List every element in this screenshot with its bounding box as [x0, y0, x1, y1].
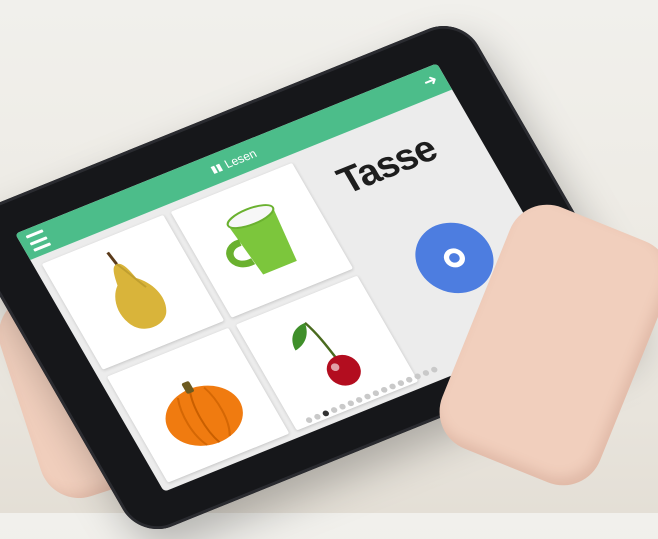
arrow-right-icon: ➜ — [420, 71, 442, 92]
menu-button[interactable] — [25, 229, 52, 252]
book-icon: ▮▮ — [208, 161, 225, 176]
page-dot[interactable] — [413, 372, 422, 381]
header-title: ▮▮ Lesen — [208, 146, 260, 177]
page-title: Lesen — [221, 146, 260, 172]
page-dot[interactable] — [421, 369, 431, 377]
target-word: Tasse — [330, 128, 445, 203]
page-dot[interactable] — [429, 365, 439, 374]
next-button[interactable]: ➜ — [419, 70, 442, 93]
tablet-scene: ▮▮ Lesen ➜ Tasse — [0, 0, 658, 539]
speaker-icon — [443, 248, 465, 268]
